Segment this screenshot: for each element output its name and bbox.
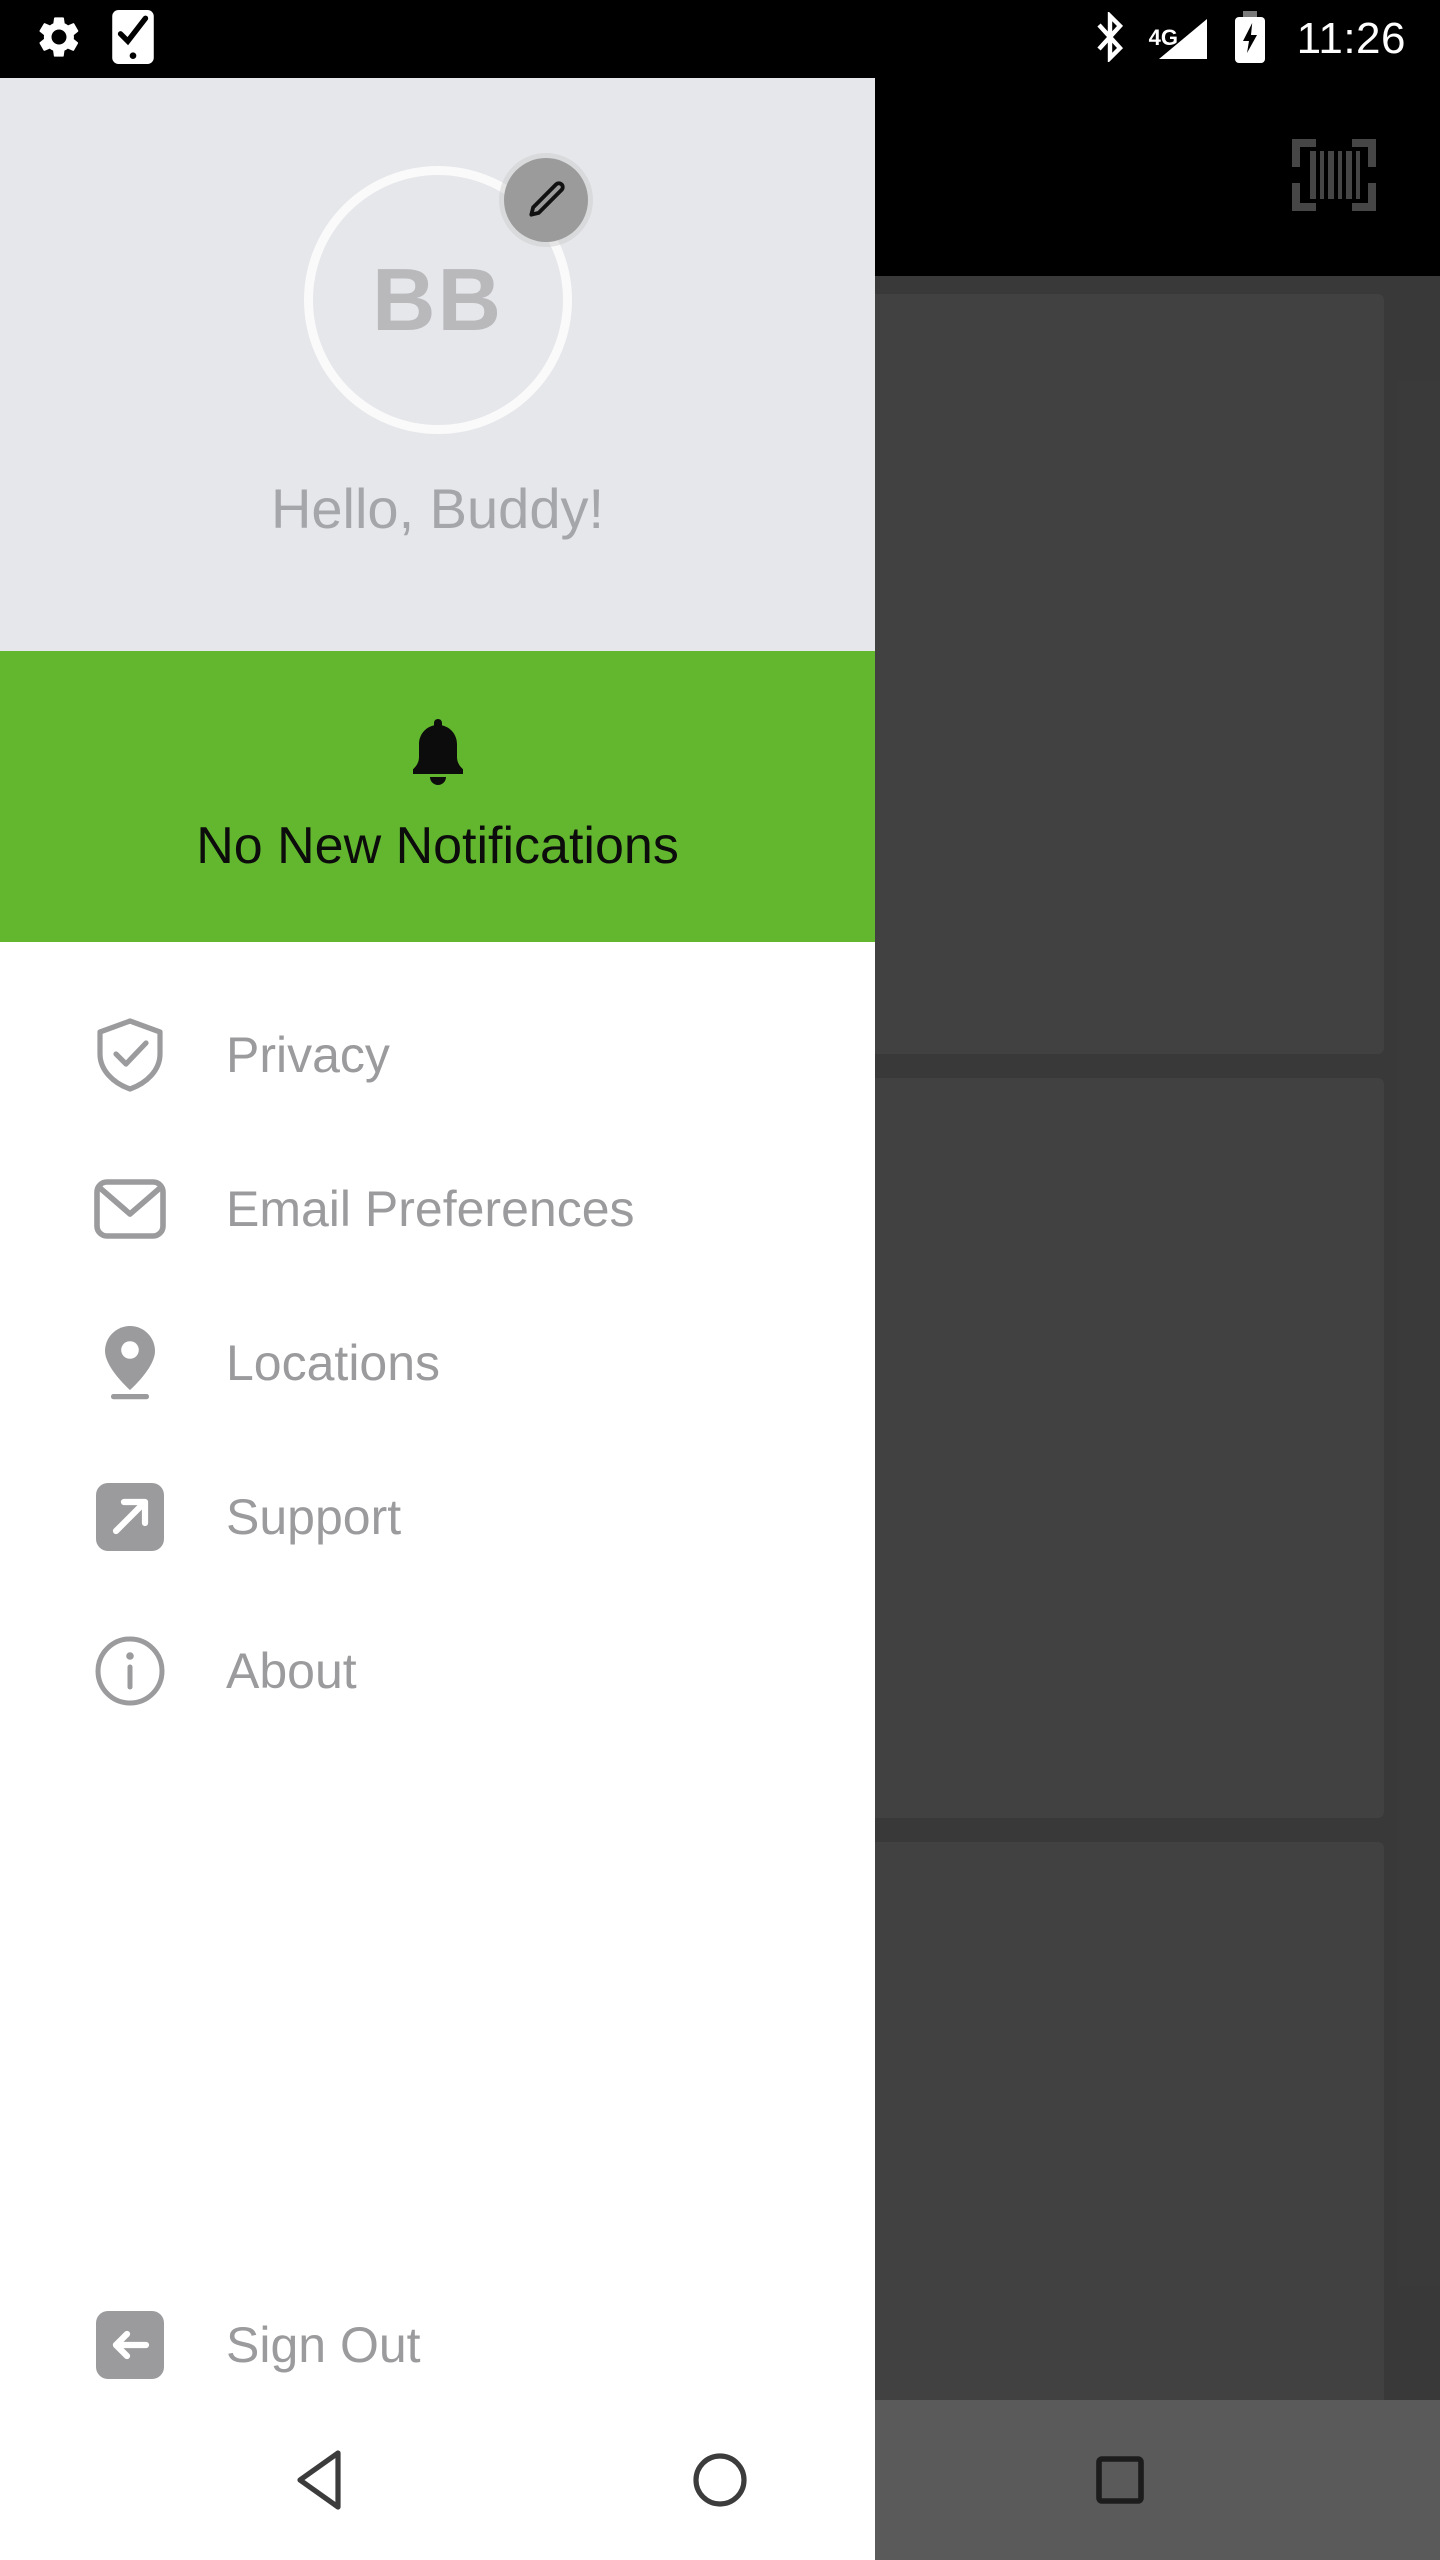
menu-item-support[interactable]: Support [0,1440,875,1594]
avatar-initials: BB [371,250,504,349]
menu-item-label: Privacy [226,1027,390,1083]
menu-item-sign-out[interactable]: Sign Out [0,2268,875,2422]
phone-screen: WORKOUTS FIND A CLASS [0,0,1440,2560]
system-navigation-bar [0,2400,1440,2560]
phone-check-icon [110,9,156,69]
status-bar-left-icons [0,9,156,69]
menu-item-label: Email Preferences [226,1181,635,1237]
signal-4g-icon: 4G [1149,15,1211,63]
menu-item-about[interactable]: About [0,1594,875,1748]
back-triangle-icon[interactable] [240,2400,400,2560]
menu-item-label: Sign Out [226,2317,421,2373]
envelope-icon [92,1171,168,1247]
map-pin-icon [92,1325,168,1401]
notification-banner[interactable]: No New Notifications [0,651,875,942]
info-circle-icon [92,1633,168,1709]
battery-charging-icon [1233,10,1267,68]
menu-spacer [0,1748,875,2268]
menu-item-privacy[interactable]: Privacy [0,978,875,1132]
bell-icon [406,717,470,794]
shield-check-icon [92,1017,168,1093]
sign-out-icon [92,2307,168,2383]
menu-item-label: About [226,1643,357,1699]
notification-text: No New Notifications [196,817,679,875]
drawer-menu: Privacy Email Preferences Locations Supp… [0,942,875,2422]
gear-icon [34,12,84,67]
menu-item-locations[interactable]: Locations [0,1286,875,1440]
greeting-text: Hello, Buddy! [270,477,605,540]
menu-item-label: Support [226,1489,402,1545]
status-bar: 4G 11:26 [0,0,1440,78]
navigation-drawer: BB Hello, Buddy! No New Notifications Pr… [0,78,875,2560]
external-link-icon [92,1479,168,1555]
bluetooth-icon [1093,10,1127,67]
home-circle-icon[interactable] [640,2400,800,2560]
menu-item-email-preferences[interactable]: Email Preferences [0,1132,875,1286]
status-clock: 11:26 [1296,14,1406,63]
status-bar-right-icons: 4G 11:26 [1093,0,1406,78]
avatar[interactable]: BB [303,158,588,434]
recents-square-icon[interactable] [1040,2400,1200,2560]
drawer-profile-header: BB Hello, Buddy! [0,78,875,651]
menu-item-label: Locations [226,1335,441,1391]
pencil-edit-icon[interactable] [503,158,588,242]
